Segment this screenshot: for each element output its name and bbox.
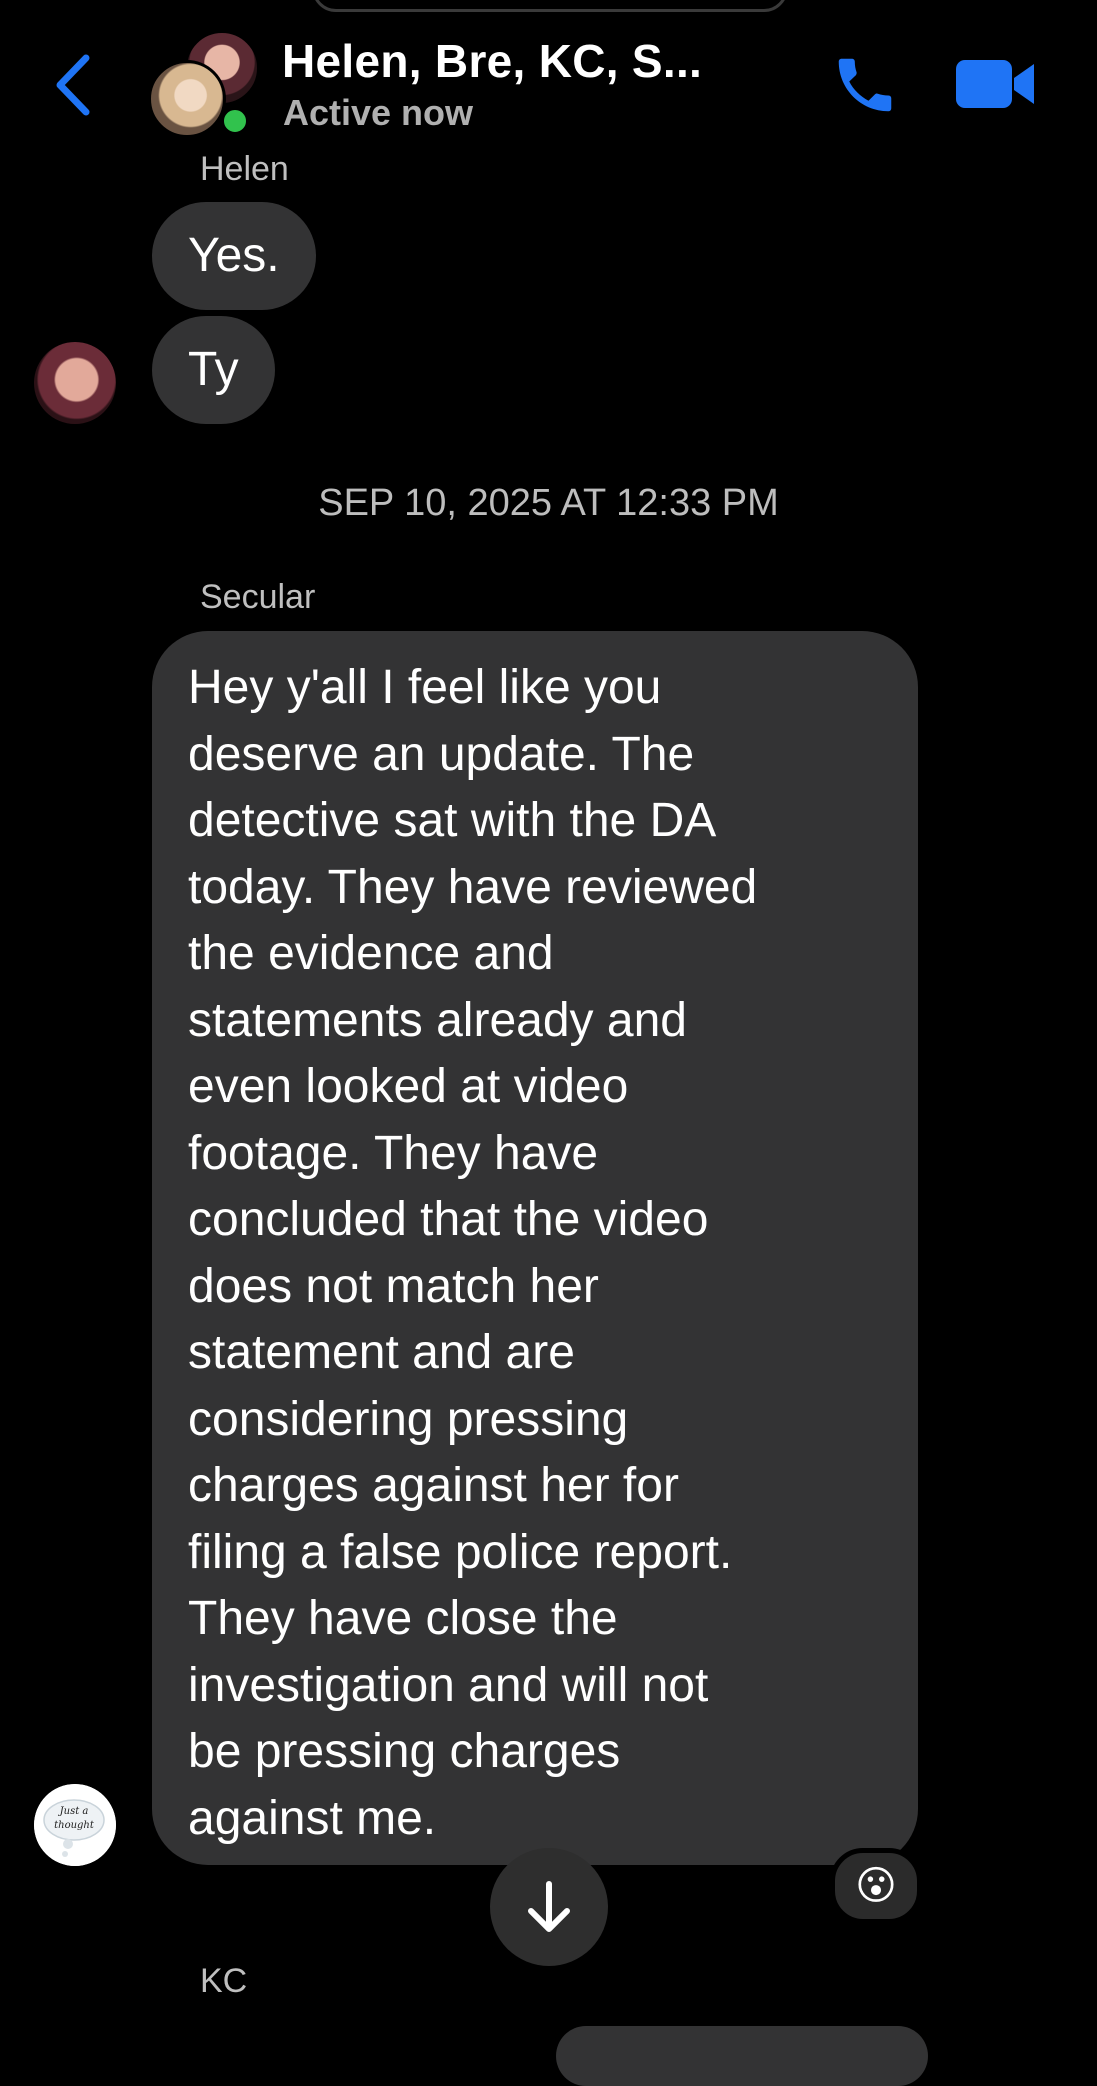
text-line: against me.	[188, 1791, 437, 1845]
just-a-thought-logo-icon: Just a thought	[34, 1784, 116, 1866]
message-text: Hey y'all I feel like you deserve an upd…	[188, 655, 882, 1852]
text-line: considering pressing	[188, 1392, 629, 1446]
arrow-down-icon	[528, 1881, 570, 1932]
text-line: detective sat with the DA	[188, 794, 717, 847]
avatar[interactable]	[34, 342, 116, 424]
svg-text:Just a: Just a	[58, 1806, 89, 1817]
text-line: filing a false police report.	[188, 1525, 733, 1579]
text-line: even looked at video	[188, 1060, 629, 1113]
svg-text:thought: thought	[54, 1820, 95, 1831]
avatar	[148, 60, 226, 138]
text-line: statements already and	[188, 993, 687, 1047]
online-indicator	[220, 106, 250, 136]
text-line: footage. They have	[188, 1126, 599, 1180]
reaction-badge[interactable]: 😮	[830, 1848, 922, 1924]
text-line: charges against her for	[188, 1459, 679, 1512]
voice-call-button[interactable]	[830, 50, 900, 120]
back-button[interactable]	[48, 50, 98, 120]
text-line: statement and are	[188, 1326, 575, 1379]
chat-title[interactable]: Helen, Bre, KC, S...	[282, 34, 702, 88]
video-camera-icon	[956, 60, 1034, 108]
text-line: investigation and will not	[188, 1658, 709, 1712]
text-line: today. They have reviewed	[188, 860, 758, 914]
sender-name: KC	[200, 1962, 248, 2000]
chevron-left-icon	[56, 54, 90, 116]
active-status: Active now	[283, 92, 474, 133]
message-bubble[interactable]	[556, 2026, 928, 2086]
text-line: Hey y'all I feel like you	[188, 661, 662, 714]
text-line: does not match her	[188, 1259, 599, 1313]
group-avatar[interactable]	[148, 30, 260, 140]
avatar[interactable]: Just a thought	[34, 1784, 116, 1866]
text-line: deserve an update. The	[188, 727, 695, 781]
message-text: Yes.	[188, 229, 280, 282]
message-text: Ty	[188, 343, 239, 396]
phone-icon	[838, 58, 892, 112]
video-call-button[interactable]	[954, 56, 1036, 112]
text-line: They have close the	[188, 1592, 618, 1645]
text-line: the evidence and	[188, 927, 554, 980]
message-bubble[interactable]: Ty	[152, 316, 275, 424]
text-line: concluded that the video	[188, 1193, 709, 1246]
sender-name: Secular	[200, 578, 316, 616]
scroll-to-bottom-button[interactable]	[490, 1848, 608, 1966]
timestamp-divider: SEP 10, 2025 AT 12:33 PM	[318, 482, 779, 524]
surprised-face-emoji: 😮	[855, 1864, 897, 1908]
text-line: be pressing charges	[188, 1725, 621, 1778]
sender-name: Helen	[200, 150, 289, 188]
message-bubble[interactable]: Yes.	[152, 202, 316, 310]
dynamic-island-outline	[312, 0, 788, 12]
message-bubble[interactable]: Hey y'all I feel like you deserve an upd…	[152, 631, 918, 1865]
